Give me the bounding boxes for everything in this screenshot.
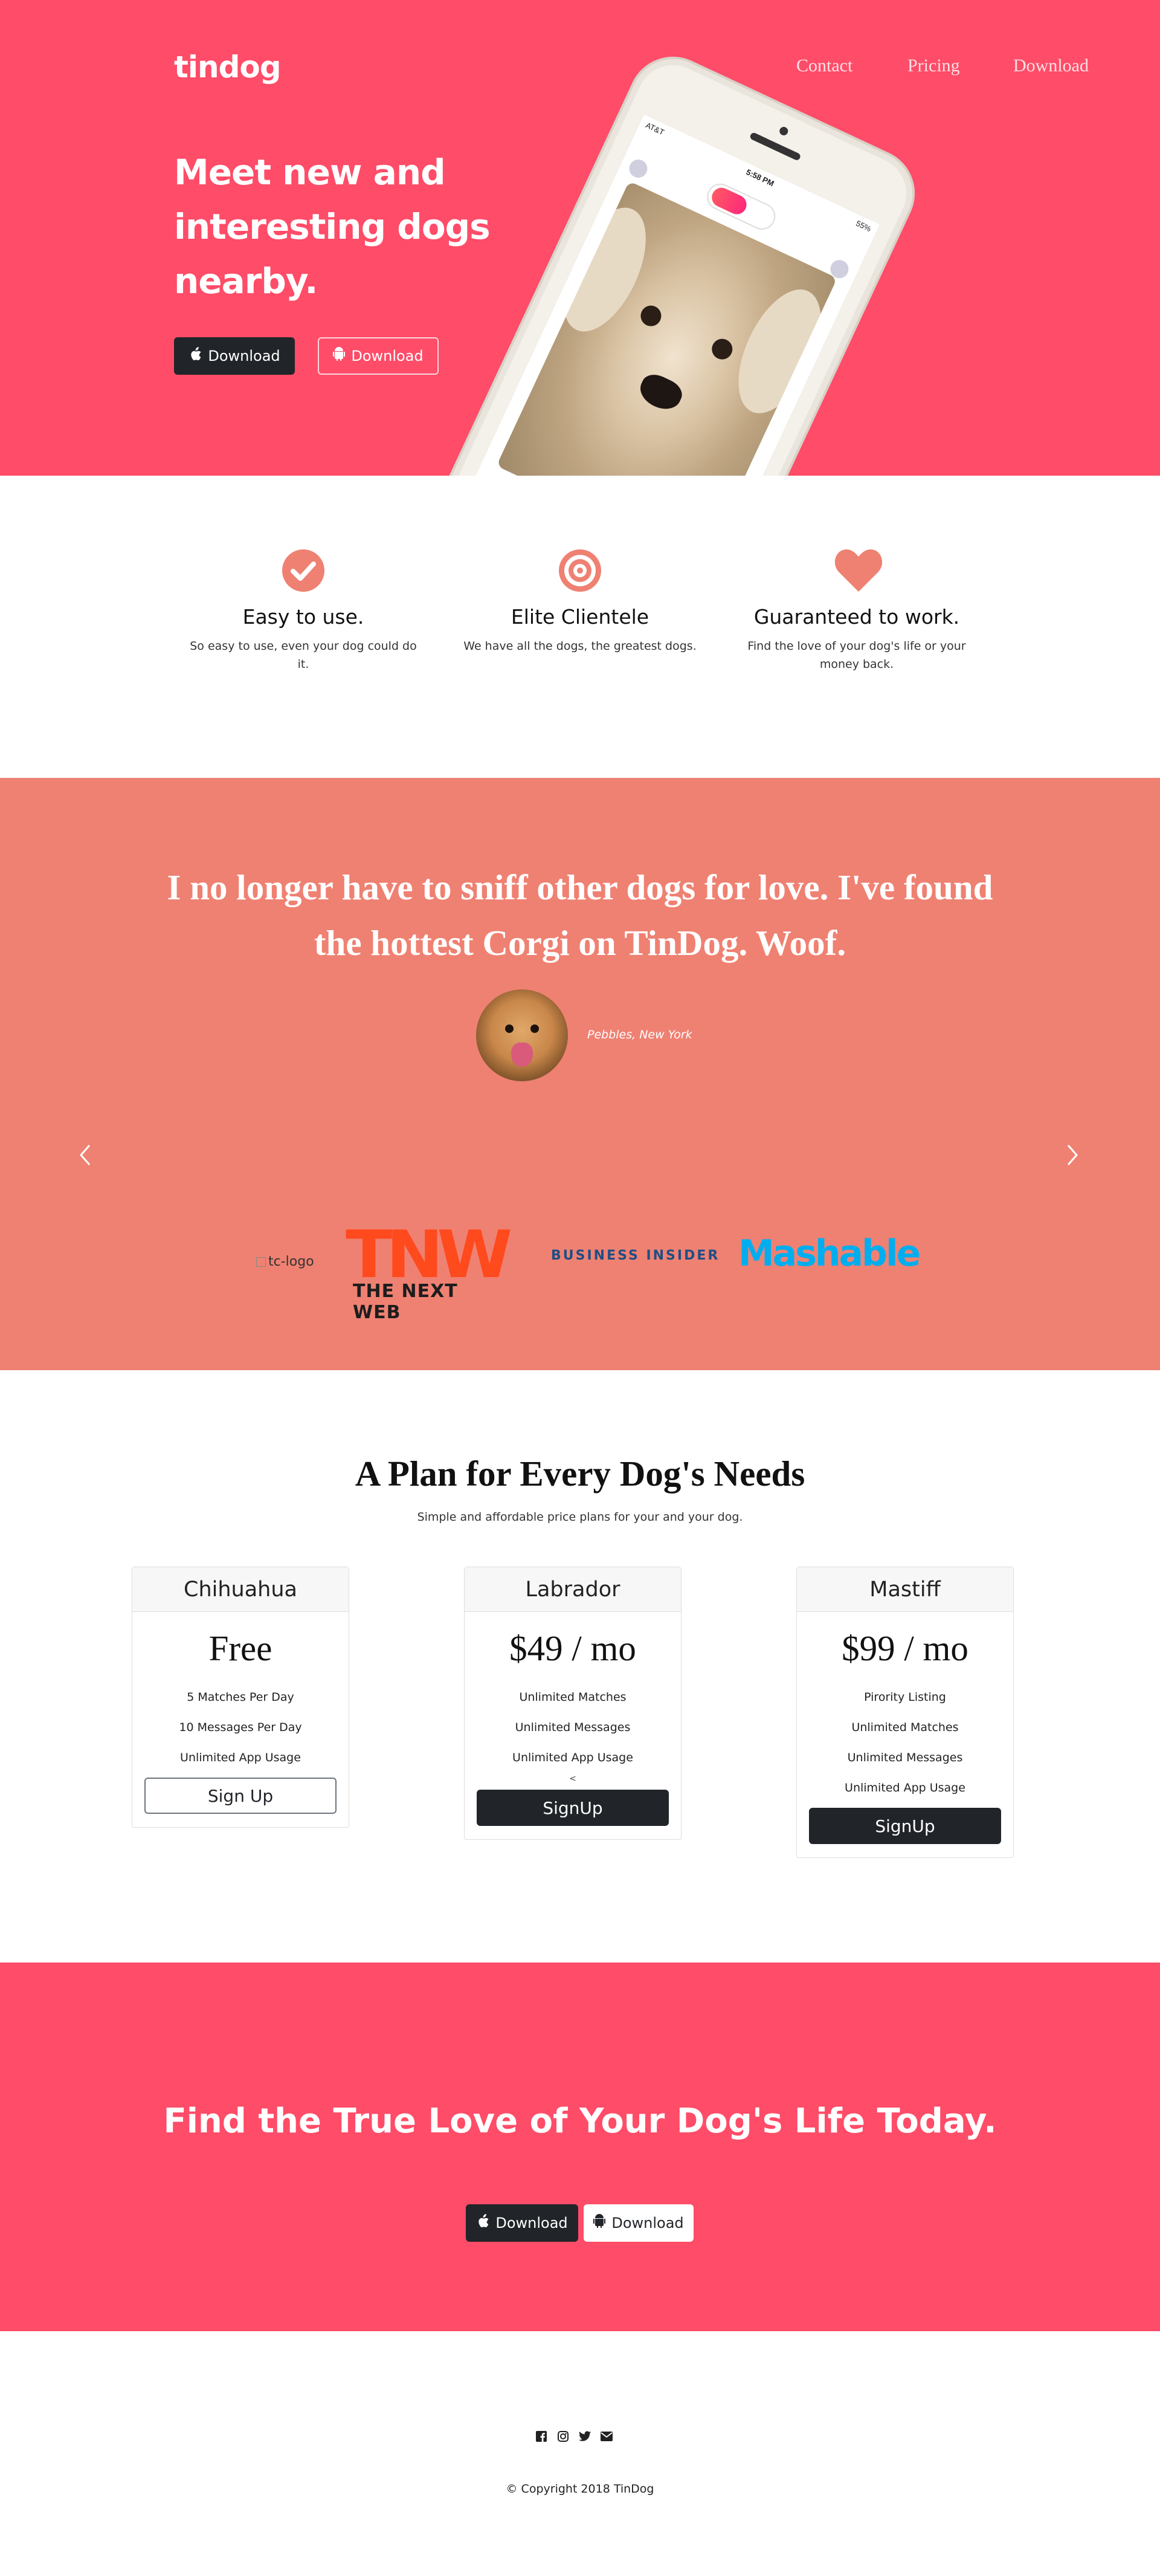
plan-name: Labrador — [465, 1567, 681, 1612]
hero-title: Meet new and interesting dogs nearby. — [174, 152, 491, 302]
feature-title: Guaranteed to work. — [753, 605, 960, 629]
apple-icon — [476, 2214, 489, 2232]
cta-apple-download-label: Download — [495, 2215, 568, 2231]
profile-icon — [626, 157, 651, 181]
chevron-left-icon[interactable] — [77, 1141, 92, 1174]
tnw-name: THE NEXT WEB — [353, 1281, 458, 1323]
check-circle-icon — [281, 548, 326, 593]
instagram-icon[interactable] — [556, 2429, 570, 2444]
phone-camera — [778, 125, 790, 137]
cta-android-download-button[interactable]: Download — [584, 2204, 694, 2242]
hero-apple-download-label: Download — [208, 348, 280, 364]
feature-elite: Elite Clientele We have all the dogs, th… — [441, 548, 719, 655]
plan-price: $99 / mo — [842, 1628, 968, 1668]
hero-apple-download-button[interactable]: Download — [174, 337, 295, 375]
nav-link-download[interactable]: Download — [1013, 56, 1089, 76]
nav-link-contact[interactable]: Contact — [796, 56, 852, 76]
pricing-card-mastiff: Mastiff $99 / mo Pirority Listing Unlimi… — [796, 1567, 1014, 1858]
feature-guarantee: Guaranteed to work. Find the love of you… — [718, 548, 996, 673]
plan-feature: Unlimited App Usage — [512, 1751, 633, 1764]
heart-icon — [834, 548, 883, 593]
nav-link-pricing[interactable]: Pricing — [907, 56, 960, 76]
mashable-logo: Mashable — [738, 1232, 921, 1275]
hero-android-download-label: Download — [351, 348, 424, 364]
tnw-logo: TNW THE NEXT WEB — [346, 1217, 512, 1324]
feature-text: We have all the dogs, the greatest dogs. — [463, 639, 697, 653]
plan-feature: Unlimited Messages — [847, 1751, 963, 1764]
phone-carrier: AT&T — [644, 120, 666, 137]
footer: © Copyright 2018 TinDog — [0, 2331, 1160, 2576]
pricing-heading: A Plan for Every Dog's Needs — [355, 1454, 805, 1493]
feature-title: Elite Clientele — [511, 605, 649, 629]
plan-feature: Unlimited Matches — [851, 1721, 959, 1734]
cta-android-download-label: Download — [611, 2215, 684, 2231]
dog-photo — [496, 181, 837, 476]
android-icon — [593, 2214, 606, 2232]
chevron-right-icon[interactable] — [1066, 1141, 1080, 1174]
apple-icon — [188, 347, 202, 365]
feature-text: So easy to use, even your dog could do i… — [190, 639, 417, 671]
features-section: Easy to use. So easy to use, even your d… — [0, 476, 1160, 778]
phone-speaker — [749, 131, 802, 161]
plan-feature: Unlimited Matches — [519, 1691, 627, 1704]
plan-extra: < — [569, 1774, 576, 1784]
testimonials-section: I no longer have to sniff other dogs for… — [0, 778, 1160, 1370]
twitter-icon[interactable] — [578, 2429, 592, 2444]
cta-apple-download-button[interactable]: Download — [466, 2204, 578, 2242]
cta-heading: Find the True Love of Your Dog's Life To… — [163, 2102, 997, 2141]
copyright: © Copyright 2018 TinDog — [506, 2482, 654, 2496]
phone-battery: 55% — [854, 218, 873, 234]
sign-up-button-mastiff[interactable]: SignUp — [809, 1808, 1001, 1844]
pricing-card-labrador: Labrador $49 / mo Unlimited Matches Unli… — [464, 1567, 682, 1840]
hero-section: tindog Contact Pricing Download Meet new… — [0, 0, 1160, 476]
pricing-card-chihuahua: Chihuahua Free 5 Matches Per Day 10 Mess… — [132, 1567, 349, 1828]
plan-feature: Unlimited Messages — [515, 1721, 631, 1734]
plan-feature: 10 Messages Per Day — [179, 1721, 302, 1734]
plan-name: Chihuahua — [132, 1567, 349, 1612]
facebook-icon[interactable] — [534, 2429, 549, 2444]
sign-up-button-chihuahua[interactable]: Sign Up — [144, 1778, 337, 1814]
plan-feature: Pirority Listing — [864, 1691, 946, 1704]
feature-easy: Easy to use. So easy to use, even your d… — [164, 548, 442, 673]
feature-title: Easy to use. — [242, 605, 364, 629]
hero-android-download-button[interactable]: Download — [318, 337, 439, 375]
cta-section: Find the True Love of Your Dog's Life To… — [0, 1963, 1160, 2331]
plan-feature: Unlimited App Usage — [180, 1751, 301, 1764]
plan-price: $49 / mo — [509, 1628, 636, 1668]
sign-up-button-labrador[interactable]: SignUp — [477, 1790, 669, 1826]
feature-text: Find the love of your dog's life or your… — [747, 639, 966, 671]
testimonial-author: Pebbles, New York — [587, 1028, 692, 1041]
pricing-subheading: Simple and affordable price plans for yo… — [417, 1510, 743, 1524]
pricing-section: A Plan for Every Dog's Needs Simple and … — [0, 1370, 1160, 1963]
testimonial-quote: I no longer have to sniff other dogs for… — [167, 867, 993, 963]
navbar: tindog Contact Pricing Download — [0, 0, 1160, 139]
envelope-icon[interactable] — [599, 2429, 614, 2444]
plan-feature: 5 Matches Per Day — [187, 1691, 294, 1704]
plan-feature: Unlimited App Usage — [845, 1781, 965, 1794]
business-insider-logo: BUSINESS INSIDER — [551, 1248, 720, 1263]
bullseye-icon — [558, 548, 602, 593]
phone-time: 5:58 PM — [744, 167, 776, 189]
android-icon — [333, 347, 346, 365]
tnw-mark: TNW — [346, 1217, 512, 1293]
plan-name: Mastiff — [797, 1567, 1013, 1612]
brand-logo[interactable]: tindog — [174, 50, 282, 85]
testimonial-avatar — [476, 989, 568, 1081]
techcrunch-logo: tc-logo — [256, 1254, 314, 1269]
plan-price: Free — [208, 1628, 272, 1668]
